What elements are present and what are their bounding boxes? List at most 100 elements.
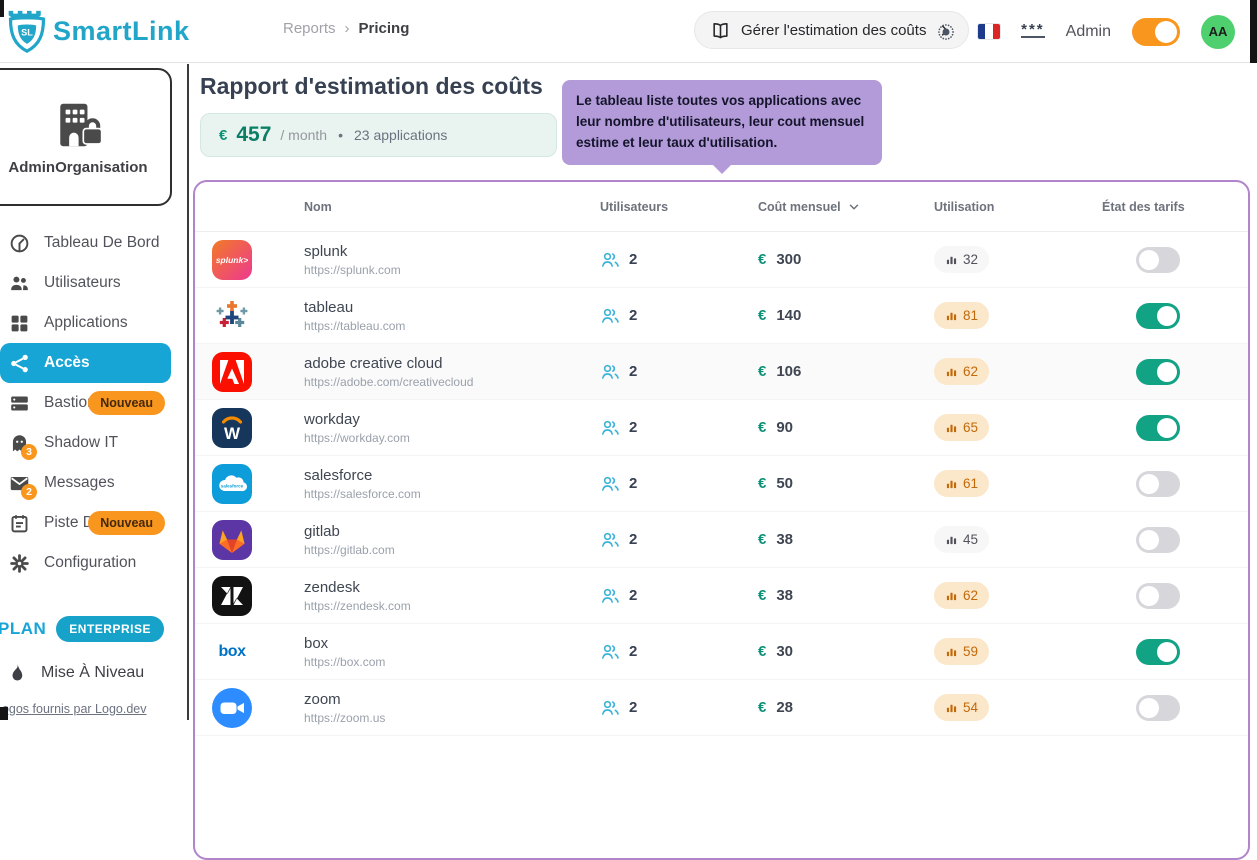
app-name-cell[interactable]: adobe creative cloudhttps://adobe.com/cr… — [304, 355, 600, 389]
screen-edge-artifact — [0, 707, 8, 720]
app-logo-cell — [212, 520, 304, 560]
monthly-cost: 28 — [776, 699, 793, 716]
bar-chart-icon — [945, 421, 958, 434]
manage-button-label: Gérer l'estimation des coûts — [741, 22, 926, 39]
tariff-status-toggle[interactable] — [1136, 303, 1180, 329]
sidebar-item-label: Tableau De Bord — [44, 234, 159, 252]
bar-chart-icon — [945, 477, 958, 490]
app-name: zoom — [304, 691, 600, 708]
column-header-utilisateurs[interactable]: Utilisateurs — [600, 200, 758, 214]
app-logo-cell — [212, 576, 304, 616]
usage-cell: 62 — [934, 582, 1102, 609]
sidebar-item-acc-s[interactable]: Accès — [0, 343, 171, 383]
users-count-icon — [600, 698, 620, 718]
organization-card[interactable]: AdminOrganisation — [0, 68, 172, 206]
usage-value: 45 — [963, 532, 978, 547]
breadcrumb-section[interactable]: Reports — [283, 20, 336, 37]
app-name-cell[interactable]: zoom https://zoom.us — [304, 691, 600, 725]
usage-badge: 54 — [934, 694, 989, 721]
app-name-cell[interactable]: gitlabhttps://gitlab.com — [304, 523, 600, 557]
tariff-status-toggle[interactable] — [1136, 247, 1180, 273]
sidebar-item-label: Configuration — [44, 554, 136, 572]
language-french-flag-icon[interactable] — [978, 24, 1000, 39]
users-cell: 2 — [600, 642, 758, 662]
sidebar-item-label: Accès — [44, 354, 90, 372]
column-header-nom[interactable]: Nom — [304, 200, 600, 214]
tariff-status-toggle[interactable] — [1136, 639, 1180, 665]
sidebar-item-label: Utilisateurs — [44, 274, 121, 292]
tariff-status-cell — [1102, 527, 1248, 553]
users-count-icon — [600, 474, 620, 494]
bar-chart-icon — [945, 701, 958, 714]
column-label: Utilisateurs — [600, 200, 668, 214]
app-logo[interactable]: SL SmartLink — [5, 8, 190, 54]
usage-value: 32 — [963, 252, 978, 267]
password-dots-icon[interactable]: *** — [1021, 25, 1045, 38]
column-header-co-t-mensuel[interactable]: Coût mensuel — [758, 200, 934, 214]
sidebar-item-applications[interactable]: Applications — [0, 303, 171, 343]
salesforce-logo: salesforce — [212, 464, 304, 504]
sidebar-item-messages[interactable]: 2Messages — [0, 463, 171, 503]
sidebar-item-utilisateurs[interactable]: Utilisateurs — [0, 263, 171, 303]
zoom-logo — [212, 688, 304, 728]
app-name-cell[interactable]: zendeskhttps://zendesk.com — [304, 579, 600, 613]
sidebar-item-piste-d-audit[interactable]: Piste D'auditNouveau — [0, 503, 171, 543]
gauge-icon — [9, 233, 30, 254]
tariff-status-toggle[interactable] — [1136, 527, 1180, 553]
sidebar-item-bastion[interactable]: BastionNouveau — [0, 383, 171, 423]
app-name-cell[interactable]: workdayhttps://workday.com — [304, 411, 600, 445]
admin-mode-toggle[interactable] — [1132, 18, 1180, 46]
monthly-cost: 106 — [776, 363, 801, 380]
tariff-status-toggle[interactable] — [1136, 359, 1180, 385]
monthly-cost: 90 — [776, 419, 793, 436]
cost-cell: €38 — [758, 587, 934, 604]
tariff-status-cell — [1102, 695, 1248, 721]
users-count: 2 — [629, 475, 637, 492]
book-icon — [711, 21, 730, 40]
app-name-cell[interactable]: boxhttps://box.com — [304, 635, 600, 669]
cost-period: / month — [280, 127, 327, 143]
server-icon — [9, 393, 30, 414]
svg-text:SL: SL — [21, 28, 33, 38]
app-url: https://splunk.com — [304, 263, 600, 277]
sidebar-item-upgrade[interactable]: Mise À Niveau — [0, 663, 187, 683]
tariff-status-toggle[interactable] — [1136, 415, 1180, 441]
gear-icon — [9, 553, 30, 574]
tariff-status-toggle[interactable] — [1136, 583, 1180, 609]
column-header-tat-des-tarifs[interactable]: État des tarifs — [1102, 200, 1248, 214]
adobe-logo — [212, 352, 304, 392]
flame-icon — [8, 663, 26, 683]
tariff-status-toggle[interactable] — [1136, 695, 1180, 721]
manage-cost-estimate-button[interactable]: Gérer l'estimation des coûts — [694, 11, 969, 49]
applications-count: 23 applications — [354, 127, 447, 143]
theme-sun-icon[interactable] — [935, 21, 957, 43]
column-label: Utilisation — [934, 200, 994, 214]
cost-cell: €300 — [758, 251, 934, 268]
avatar[interactable]: AA — [1201, 15, 1235, 49]
toggle-knob — [1155, 21, 1177, 43]
sidebar-item-tableau-de-bord[interactable]: Tableau De Bord — [0, 223, 171, 263]
sidebar-item-shadow-it[interactable]: 3Shadow IT — [0, 423, 171, 463]
toggle-knob — [1139, 250, 1159, 270]
usage-badge: 45 — [934, 526, 989, 553]
usage-cell: 65 — [934, 414, 1102, 441]
nouveau-badge: Nouveau — [88, 391, 165, 415]
applications-table: NomUtilisateurs Coût mensuelUtilisation Ét… — [193, 180, 1250, 860]
app-name-cell[interactable]: salesforcehttps://salesforce.com — [304, 467, 600, 501]
app-logo-cell — [212, 688, 304, 728]
top-header: SL SmartLink Reports › Pricing Gérer l'e… — [0, 0, 1250, 63]
app-url: https://zoom.us — [304, 711, 600, 725]
logo-credit-link[interactable]: Logos fournis par Logo.dev — [0, 702, 187, 716]
app-name: salesforce — [304, 467, 600, 484]
users-count: 2 — [629, 363, 637, 380]
users-count: 2 — [629, 643, 637, 660]
app-name-cell[interactable]: splunkhttps://splunk.com — [304, 243, 600, 277]
toggle-knob — [1157, 418, 1177, 438]
tariff-status-cell — [1102, 247, 1248, 273]
column-header-utilisation[interactable]: Utilisation — [934, 200, 1102, 214]
euro-icon: € — [758, 531, 766, 548]
app-name-cell[interactable]: tableauhttps://tableau.com — [304, 299, 600, 333]
tariff-status-toggle[interactable] — [1136, 471, 1180, 497]
users-count-icon — [600, 586, 620, 606]
sidebar-item-configuration[interactable]: Configuration — [0, 543, 171, 583]
